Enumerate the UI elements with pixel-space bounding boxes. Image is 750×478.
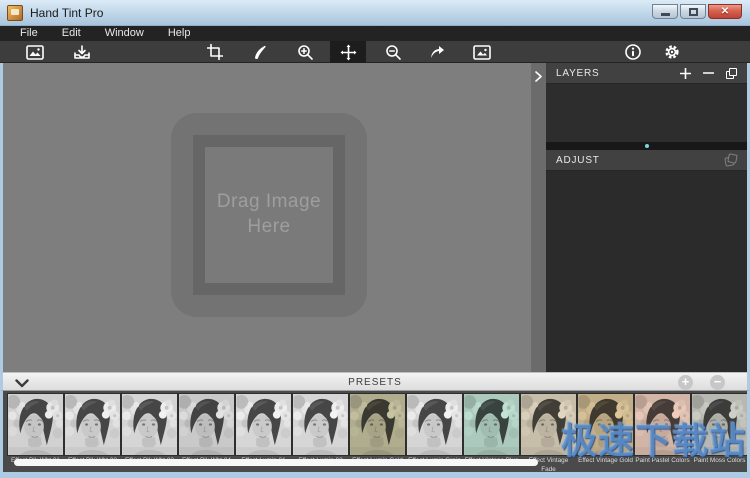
panel-collapse-strip (531, 63, 546, 372)
add-layer-button[interactable] (680, 68, 691, 79)
crop-tool[interactable] (197, 41, 233, 63)
presets-filmstrip: Effect Blk Wht 01 Effect Blk Wht 02 Effe… (0, 391, 750, 475)
preset-tint-overlay (350, 394, 405, 455)
main-area: Drag Image Here LAYERS (0, 63, 750, 372)
maximize-button[interactable] (680, 4, 706, 19)
preset-tint-overlay (65, 394, 120, 455)
adjust-body (546, 171, 747, 372)
preset-tint-overlay (578, 394, 633, 455)
preset-image (65, 394, 120, 455)
preset-thumbnail[interactable]: Paint Pastel Colors (635, 394, 690, 472)
presets-title: PRESETS (3, 377, 747, 388)
preset-tint-overlay (635, 394, 690, 455)
app-window: Hand Tint Pro ✕ File Edit Window Help (0, 0, 750, 478)
preset-tint-overlay (521, 394, 576, 455)
preset-label: Paint Pastel Colors (635, 457, 690, 466)
preset-image (635, 394, 690, 455)
preset-image (293, 394, 348, 455)
image-dropzone[interactable]: Drag Image Here (171, 113, 367, 317)
brush-tool[interactable] (242, 41, 278, 63)
zoom-out-tool[interactable] (375, 41, 411, 63)
preset-tint-overlay (122, 394, 177, 455)
remove-layer-button[interactable] (703, 71, 714, 75)
preset-tint-overlay (464, 394, 519, 455)
title-bar[interactable]: Hand Tint Pro ✕ (0, 0, 750, 26)
new-image-button[interactable] (17, 41, 53, 63)
preview-image-button[interactable] (464, 41, 500, 63)
preset-image (692, 394, 747, 455)
presets-header: PRESETS + − (0, 372, 750, 391)
menu-bar: File Edit Window Help (0, 26, 750, 41)
preset-image (521, 394, 576, 455)
preset-image (578, 394, 633, 455)
menu-edit[interactable]: Edit (50, 26, 93, 41)
preset-image (236, 394, 291, 455)
zoom-in-tool[interactable] (287, 41, 323, 63)
settings-button[interactable] (654, 41, 690, 63)
duplicate-icon (726, 68, 737, 79)
menu-help[interactable]: Help (156, 26, 203, 41)
window-title: Hand Tint Pro (30, 6, 103, 20)
preset-image (122, 394, 177, 455)
add-preset-button[interactable]: + (678, 375, 693, 390)
maximize-icon (689, 8, 698, 16)
minimize-icon (661, 13, 670, 16)
preset-label: Effect Vintage Gold (578, 457, 633, 466)
menu-file[interactable]: File (8, 26, 50, 41)
preset-tint-overlay (692, 394, 747, 455)
adjust-header: ADJUST (546, 150, 747, 171)
remove-preset-button[interactable]: − (710, 375, 725, 390)
right-panel: LAYERS ADJUST (546, 63, 747, 372)
divider-handle-dot[interactable] (645, 144, 649, 148)
toolbar (0, 41, 750, 63)
minimize-button[interactable] (652, 4, 678, 19)
close-button[interactable]: ✕ (708, 4, 742, 19)
close-icon: ✕ (721, 6, 729, 17)
preset-tint-overlay (179, 394, 234, 455)
info-button[interactable] (615, 41, 651, 63)
preset-tint-overlay (236, 394, 291, 455)
presets-scrollbar[interactable] (14, 459, 538, 466)
canvas: Drag Image Here (3, 63, 531, 372)
preset-thumbnail[interactable]: Paint Moss Colors (692, 394, 747, 472)
redo-button[interactable] (419, 41, 455, 63)
import-button[interactable] (64, 41, 100, 63)
preset-thumbnail[interactable]: Effect Vintage Gold (578, 394, 633, 472)
panel-collapse-button[interactable] (531, 67, 546, 85)
preset-tint-overlay (407, 394, 462, 455)
layers-title: LAYERS (556, 68, 680, 79)
move-tool[interactable] (330, 41, 366, 63)
preset-tint-overlay (8, 394, 63, 455)
dice-icon (725, 154, 737, 166)
preset-label: Paint Moss Colors (692, 457, 747, 466)
duplicate-layer-button[interactable] (726, 68, 737, 79)
layers-list[interactable] (546, 84, 747, 142)
preset-image (179, 394, 234, 455)
preset-image (407, 394, 462, 455)
panel-divider[interactable] (546, 142, 747, 150)
adjust-randomize-button[interactable] (725, 154, 737, 166)
preset-image (464, 394, 519, 455)
menu-window[interactable]: Window (93, 26, 156, 41)
layers-header: LAYERS (546, 63, 747, 84)
preset-image (8, 394, 63, 455)
dropzone-text: Drag Image Here (205, 190, 333, 239)
app-icon (7, 5, 23, 21)
preset-tint-overlay (293, 394, 348, 455)
preset-image (350, 394, 405, 455)
adjust-title: ADJUST (556, 155, 725, 166)
dropzone-frame: Drag Image Here (193, 135, 345, 295)
